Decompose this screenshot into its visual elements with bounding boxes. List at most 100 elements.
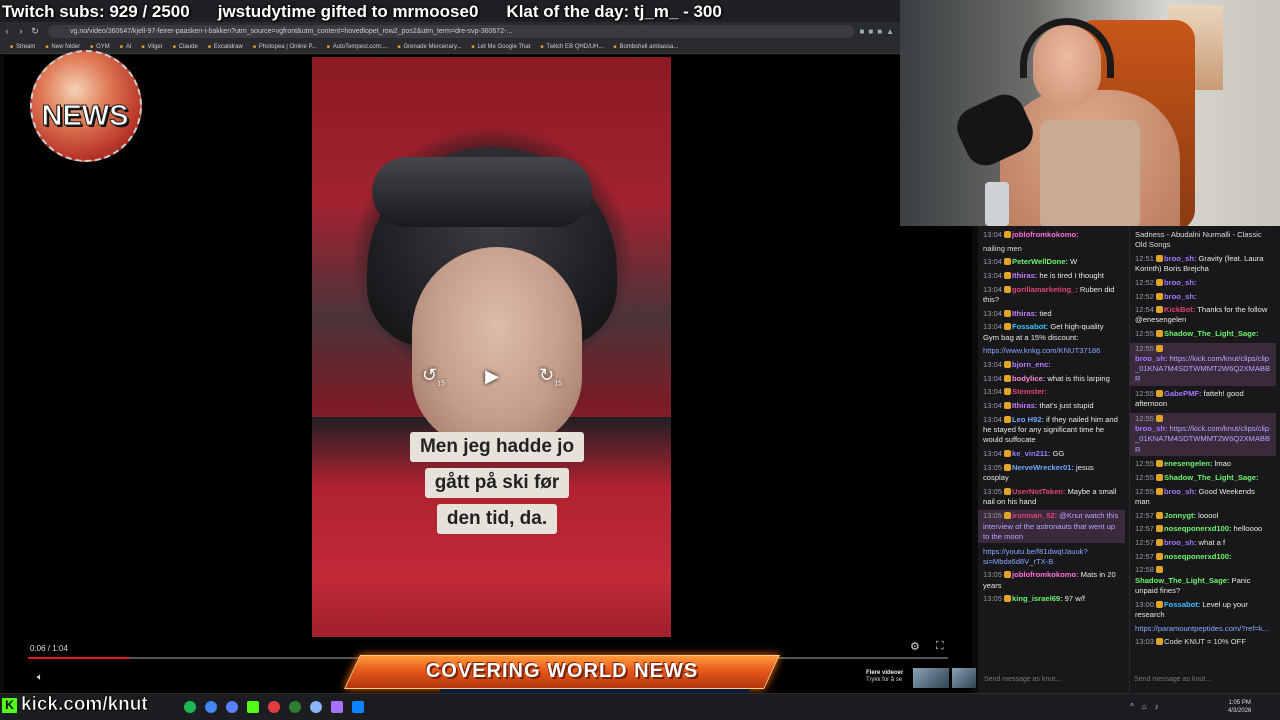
chat-username[interactable]: broo_sh:: [1164, 292, 1197, 301]
chat-text: that's just stupid: [1039, 401, 1094, 411]
whatsapp-icon[interactable]: [289, 701, 301, 713]
chat-column-right[interactable]: Sadness - Abudalni Nurmalli - Classic Ol…: [1129, 226, 1276, 694]
twitch-icon[interactable]: [331, 701, 343, 713]
chat-timestamp: 12:57: [1135, 524, 1155, 534]
forward-icon[interactable]: ›: [14, 26, 28, 36]
bookmark-item[interactable]: Excalidraw: [208, 44, 243, 50]
chat-username[interactable]: ironman_52:: [1012, 511, 1057, 520]
k-news-logo: NEWS: [16, 50, 154, 165]
bookmark-item[interactable]: AI: [120, 44, 132, 50]
more-video-thumbnail[interactable]: [913, 668, 949, 688]
chat-username[interactable]: broo_sh:: [1164, 254, 1197, 263]
chat-username[interactable]: broo_sh:: [1164, 278, 1197, 287]
chat-timestamp: 13:04: [983, 284, 1003, 294]
chat-timestamp: 13:05: [983, 462, 1003, 472]
chat-username[interactable]: king_israel69:: [1012, 594, 1063, 603]
chat-username[interactable]: Shadow_The_Light_Sage:: [1135, 576, 1230, 585]
kick-app-icon[interactable]: [247, 701, 259, 713]
chat-username[interactable]: Fossabot:: [1164, 600, 1200, 609]
fullscreen-icon[interactable]: ⛶: [936, 640, 944, 653]
url-field[interactable]: vg.no/video/360647/kjell-97-feirer-paask…: [48, 24, 854, 38]
clock-date: 4/3/2026: [1228, 708, 1252, 714]
chat-message: 12:55 Shadow_The_Light_Sage:: [1135, 329, 1271, 339]
more-video-thumbnail[interactable]: [952, 668, 976, 688]
bookmark-item[interactable]: New folder: [45, 44, 80, 50]
chat-username[interactable]: Ithiras:: [1012, 401, 1037, 410]
chat-username[interactable]: ke_vin211:: [1012, 449, 1050, 458]
subtitle-line: den tid, da.: [436, 504, 558, 534]
chat-username[interactable]: noseqponerxd100:: [1164, 552, 1232, 561]
chat-username[interactable]: Stemster:: [1012, 387, 1047, 396]
chat-username[interactable]: NerveWrecker01:: [1012, 463, 1074, 472]
bookmark-item[interactable]: Let Me Google That: [471, 44, 530, 50]
speaker-icon[interactable]: ♪: [1155, 702, 1159, 711]
chat-username[interactable]: PeterWellDone:: [1012, 257, 1068, 266]
chat-timestamp: 13:05: [983, 486, 1003, 496]
taskbar-clock[interactable]: 1:05 PM 4/3/2026: [1228, 699, 1251, 715]
chat-username[interactable]: bjorn_enc:: [1012, 360, 1051, 369]
chat-username[interactable]: enesengelen:: [1164, 459, 1213, 468]
chat-timestamp: 12:57: [1135, 510, 1155, 520]
chat-username[interactable]: Leo H92:: [1012, 415, 1044, 424]
chat-username[interactable]: joblofromkokomo:: [1012, 570, 1079, 579]
chat-username[interactable]: UserNotTaken:: [1012, 487, 1065, 496]
chat-input[interactable]: Send message as knut...: [1134, 676, 1274, 688]
chat-username[interactable]: broo_sh:: [1164, 487, 1197, 496]
bookmark-item[interactable]: Claude: [173, 44, 198, 50]
chat-username[interactable]: bodylice:: [1012, 374, 1045, 383]
app-icon[interactable]: [310, 701, 322, 713]
chat-username[interactable]: Ithiras:: [1012, 271, 1037, 280]
chat-username[interactable]: Jonnygt:: [1164, 511, 1196, 520]
forward-15-icon[interactable]: ↻15: [539, 365, 562, 388]
chat-text: Thanks for the follow @enesengelen: [1135, 305, 1268, 325]
chat-column-left[interactable]: 13:04 joblofromkokomo: nailing men 13:04 Pet…: [978, 226, 1125, 694]
bookmark-item[interactable]: Bombshell ambassa...: [613, 44, 678, 50]
chat-input[interactable]: Send message as knut...: [984, 676, 1124, 688]
chat-message: 12:55 Shadow_The_Light_Sage:: [1135, 473, 1271, 483]
bookmark-item[interactable]: Photopea | Online P...: [253, 44, 317, 50]
chat-timestamp: 12:52: [1135, 291, 1155, 301]
chat-username[interactable]: broo_sh:: [1135, 424, 1168, 433]
more-videos-title: Flere videoer: [866, 670, 904, 676]
chat-timestamp: 13:04: [983, 308, 1003, 318]
stream-top-overlay: Twitch subs: 929 / 2500 jwstudytime gift…: [0, 0, 900, 24]
chat-message: 12:57 broo_sh: what a f: [1135, 538, 1271, 548]
rewind-15-icon[interactable]: ↺15: [422, 365, 445, 388]
settings-gear-icon[interactable]: ⚙: [910, 640, 920, 653]
bookmark-item[interactable]: Twitch EB QHD/UH...: [540, 44, 603, 50]
video-frame[interactable]: [312, 57, 671, 637]
spotify-icon[interactable]: [184, 701, 196, 713]
bookmark-item[interactable]: AutoTempest.com:...: [327, 44, 388, 50]
bookmark-item[interactable]: Stream: [10, 44, 35, 50]
chat-message: 12:52 broo_sh:: [1135, 278, 1271, 288]
chat-username[interactable]: GabePMF:: [1164, 389, 1202, 398]
chrome-icon[interactable]: [205, 701, 217, 713]
chat-username[interactable]: Fossabot:: [1012, 322, 1048, 331]
chat-message: 13:04 Leo H92: if they nailed him and he s…: [983, 415, 1120, 446]
chat-message: 13:05 joblofromkokomo: Mats in 20 years: [983, 570, 1120, 590]
chat-username[interactable]: joblofromkokomo:: [1012, 230, 1079, 239]
bookmark-item[interactable]: Vilger: [142, 44, 163, 50]
app-icon[interactable]: [226, 701, 238, 713]
volume-icon[interactable]: 🔈︎: [37, 672, 43, 683]
back-icon[interactable]: ‹: [0, 26, 14, 36]
bookmark-item[interactable]: Grenade Mercenary...: [397, 44, 461, 50]
chat-username[interactable]: broo_sh:: [1164, 538, 1197, 547]
more-videos-label[interactable]: Flere videoer Trykk for å se: [866, 670, 903, 684]
app-icon[interactable]: [352, 701, 364, 713]
bookmark-item[interactable]: GYM: [90, 44, 110, 50]
chat-username[interactable]: KickBot:: [1164, 305, 1195, 314]
chat-text: lmao: [1214, 459, 1232, 469]
chat-username[interactable]: broo_sh:: [1135, 354, 1168, 363]
reload-icon[interactable]: ↻: [28, 26, 42, 37]
chat-username[interactable]: Shadow_The_Light_Sage:: [1164, 329, 1259, 338]
chat-username[interactable]: Shadow_The_Light_Sage:: [1164, 473, 1259, 482]
chat-username[interactable]: Ithiras:: [1012, 309, 1037, 318]
chevron-up-icon[interactable]: ^: [1130, 702, 1134, 711]
play-icon[interactable]: ▶: [485, 366, 499, 387]
network-icon[interactable]: ⌂: [1142, 702, 1147, 711]
app-icon[interactable]: [268, 701, 280, 713]
chat-username[interactable]: gorillamarketing_:: [1012, 285, 1078, 294]
chat-username[interactable]: noseqponerxd100:: [1164, 524, 1232, 533]
chat-message: 12:55broo_sh: https://kick.com/knut/clips…: [1130, 413, 1276, 456]
